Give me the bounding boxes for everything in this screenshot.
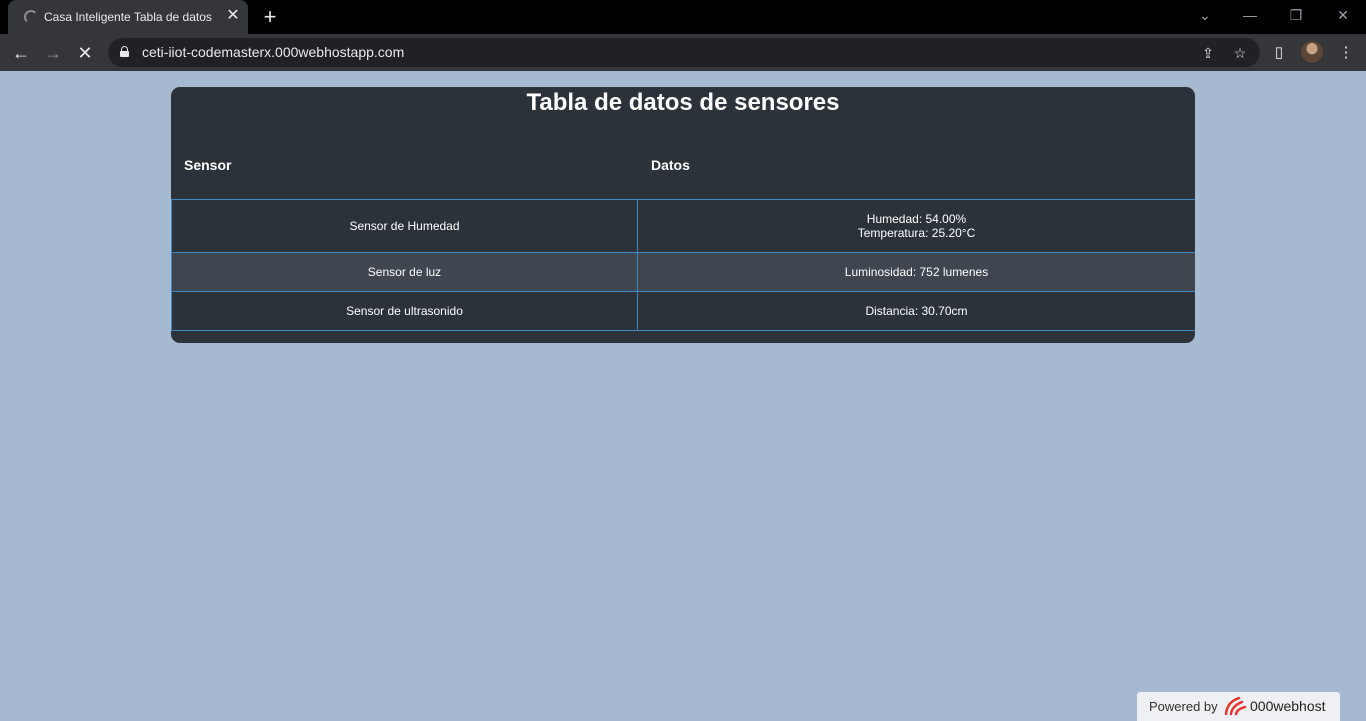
powered-by-label: Powered by bbox=[1149, 699, 1218, 714]
page-title: Tabla de datos de sensores bbox=[526, 89, 840, 116]
sensor-table-card: Tabla de datos de sensores Sensor Datos … bbox=[171, 87, 1195, 343]
000webhost-logo-icon bbox=[1224, 696, 1247, 716]
tab-title: Casa Inteligente Tabla de datos bbox=[44, 10, 212, 24]
browser-tab[interactable]: Casa Inteligente Tabla de datos ✕ bbox=[8, 0, 248, 34]
profile-avatar[interactable] bbox=[1301, 41, 1323, 63]
loading-spinner-icon bbox=[24, 10, 38, 24]
restore-button[interactable]: ❐ bbox=[1284, 4, 1308, 26]
new-tab-button[interactable]: + bbox=[259, 6, 281, 28]
datos-line: Temperatura: 25.20°C bbox=[857, 226, 976, 240]
tab-search-icon[interactable]: ⌄ bbox=[1193, 4, 1217, 26]
table-bottom-border bbox=[171, 330, 1195, 331]
datos-cell: Humedad: 54.00% Temperatura: 25.20°C bbox=[638, 200, 1195, 252]
table-row: Sensor de luz Luminosidad: 752 lumenes bbox=[171, 252, 1195, 291]
stop-loading-icon[interactable]: ✕ bbox=[72, 40, 98, 66]
address-bar[interactable]: ceti-iiot-codemasterx.000webhostapp.com … bbox=[108, 38, 1260, 67]
browser-toolbar: ← → ✕ ceti-iiot-codemasterx.000webhostap… bbox=[0, 34, 1366, 71]
browser-tab-strip: Casa Inteligente Tabla de datos ✕ + ⌄ — … bbox=[0, 0, 1366, 34]
side-panel-icon[interactable]: ▯ bbox=[1267, 41, 1291, 65]
browser-menu-icon[interactable]: ⋮ bbox=[1334, 41, 1358, 65]
datos-cell: Luminosidad: 752 lumenes bbox=[844, 265, 989, 279]
tab-close-icon[interactable]: ✕ bbox=[224, 7, 242, 25]
column-header-datos: Datos bbox=[651, 157, 690, 173]
table-row: Sensor de Humedad Humedad: 54.00% Temper… bbox=[171, 199, 1195, 252]
column-header-sensor: Sensor bbox=[184, 157, 232, 173]
window-close-button[interactable]: ✕ bbox=[1331, 4, 1355, 26]
minimize-button[interactable]: — bbox=[1238, 4, 1262, 26]
url-text[interactable]: ceti-iiot-codemasterx.000webhostapp.com bbox=[142, 44, 404, 60]
back-arrow-icon[interactable]: ← bbox=[8, 40, 34, 66]
bookmark-star-icon[interactable]: ☆ bbox=[1229, 42, 1251, 64]
table-row: Sensor de ultrasonido Distancia: 30.70cm bbox=[171, 291, 1195, 330]
forward-arrow-icon[interactable]: → bbox=[40, 40, 66, 66]
sensor-table-body: Sensor de Humedad Humedad: 54.00% Temper… bbox=[171, 199, 1195, 331]
share-icon[interactable]: ⇪ bbox=[1197, 42, 1219, 64]
sensor-cell: Sensor de luz bbox=[171, 253, 638, 291]
lock-icon[interactable] bbox=[120, 46, 129, 57]
host-name: 000webhost bbox=[1250, 698, 1326, 714]
datos-line: Humedad: 54.00% bbox=[866, 212, 967, 226]
sensor-cell: Sensor de ultrasonido bbox=[171, 292, 638, 330]
powered-by-badge[interactable]: Powered by 000webhost bbox=[1137, 692, 1340, 721]
datos-cell: Distancia: 30.70cm bbox=[865, 304, 968, 318]
sensor-cell: Sensor de Humedad bbox=[171, 200, 638, 252]
